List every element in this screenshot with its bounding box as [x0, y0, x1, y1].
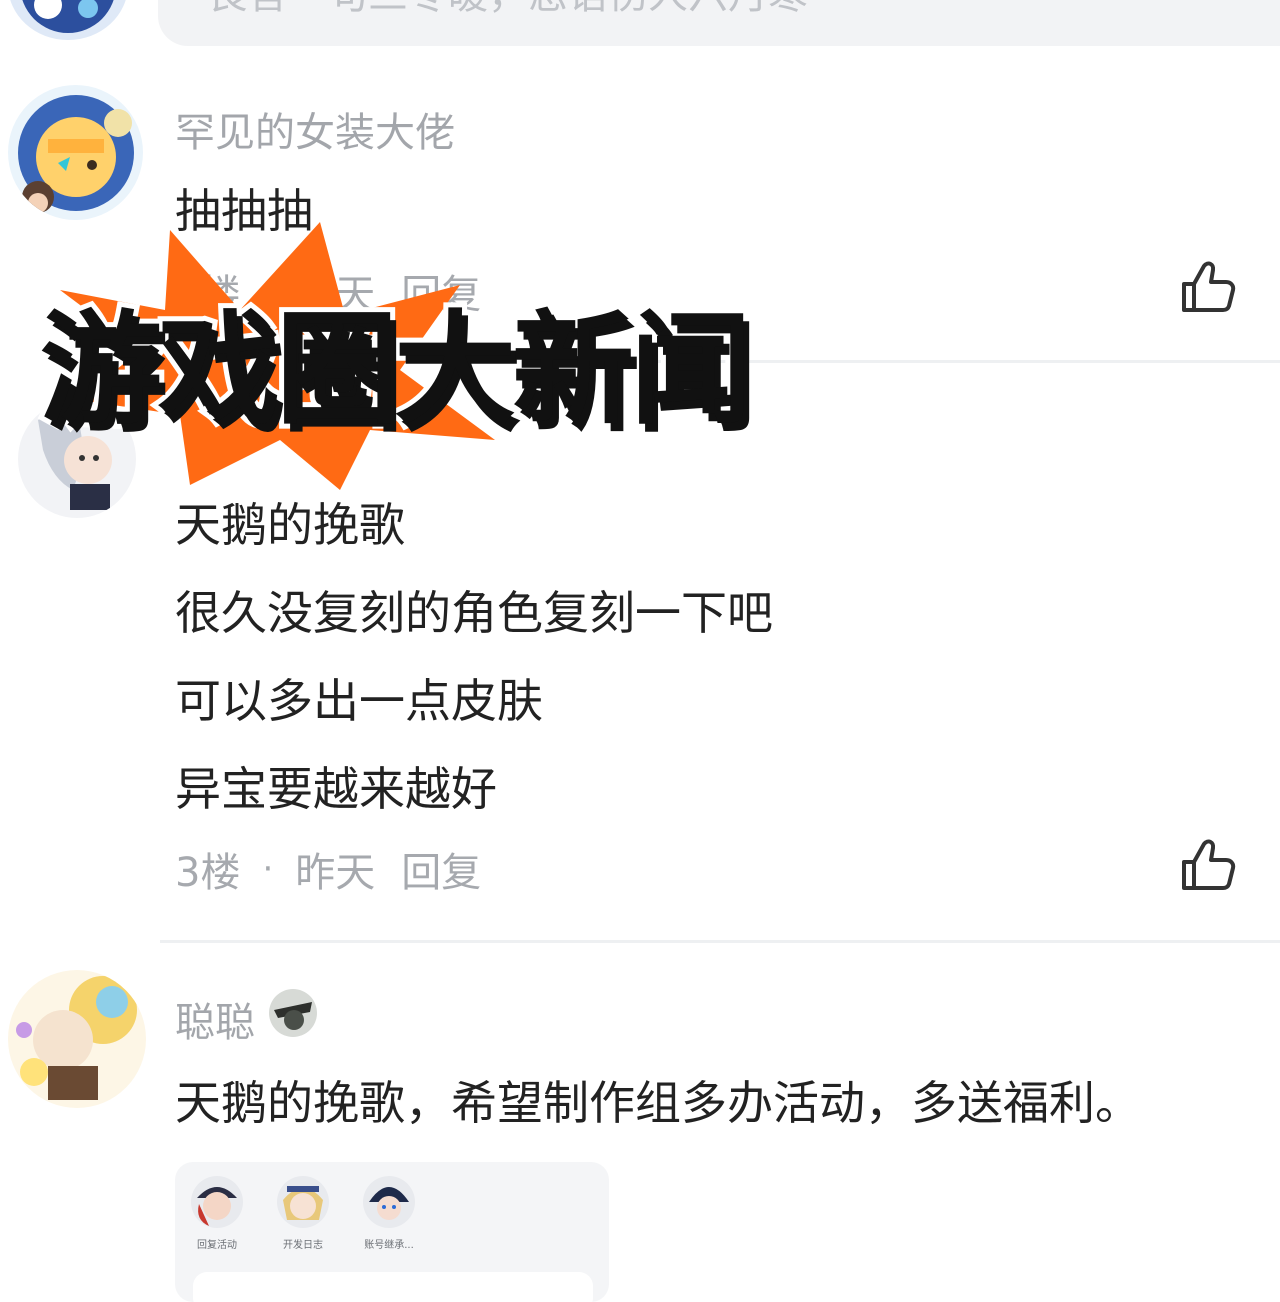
sticker-item[interactable]: 开发日志: [263, 1174, 343, 1251]
avatar[interactable]: [8, 970, 146, 1108]
username[interactable]: 聪聪: [175, 990, 255, 1048]
floor-number: 3楼: [175, 850, 241, 896]
sticker-item[interactable]: 账号继承...: [349, 1174, 429, 1251]
sticker-caption: 开发日志: [283, 1240, 323, 1251]
comment-time: 昨天: [295, 850, 376, 896]
comment-text: 异宝要越来越好: [175, 762, 497, 816]
sticker-card[interactable]: 回复活动 开发日志 账号继承...: [175, 1162, 609, 1302]
sticker-caption: 回复活动: [197, 1240, 237, 1251]
avatar[interactable]: [8, 0, 128, 40]
username[interactable]: 罕见的女装大佬: [175, 100, 455, 158]
chibi-sticker-icon: [363, 1176, 415, 1228]
separator-dot: ·: [262, 849, 274, 889]
thumbs-up-icon[interactable]: [1178, 836, 1236, 894]
comment-text: 可以多出一点皮肤: [175, 674, 543, 728]
comment-text: 天鹅的挽歌: [175, 498, 405, 552]
banner-title: 游戏圈大新闻: [35, 298, 757, 442]
reply-button[interactable]: 回复: [401, 840, 481, 898]
comment-text: 很久没复刻的角色复刻一下吧: [175, 586, 773, 640]
thumbs-up-icon[interactable]: [1178, 258, 1236, 316]
hat-figure-badge-icon: [269, 989, 317, 1037]
comment-meta: 3楼 · 昨天 回复: [175, 840, 481, 898]
divider: [160, 940, 1280, 943]
sticker-input-area[interactable]: [193, 1272, 593, 1302]
chibi-sticker-icon: [191, 1176, 243, 1228]
comment-input[interactable]: 良言一句三冬暖，恶语伤人六月寒: [158, 0, 1280, 46]
comment-text: 天鹅的挽歌，希望制作组多办活动，多送福利。: [175, 1076, 1141, 1130]
sticker-caption: 账号继承...: [364, 1240, 414, 1251]
chibi-sticker-icon: [277, 1176, 329, 1228]
sticker-item[interactable]: 回复活动: [177, 1174, 257, 1251]
